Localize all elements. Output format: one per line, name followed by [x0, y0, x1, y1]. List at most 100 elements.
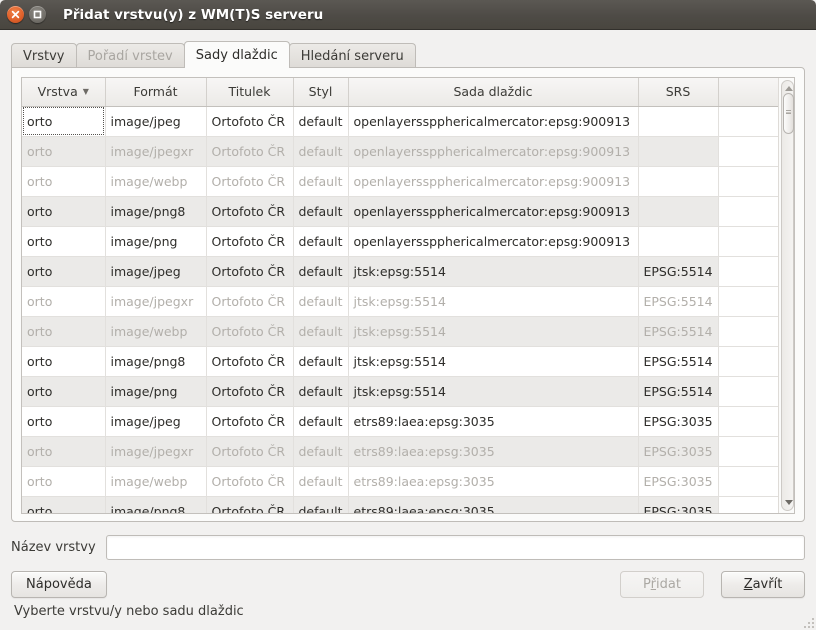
- cell-format[interactable]: image/webp: [105, 466, 207, 497]
- cell-titulek[interactable]: Ortofoto ČR: [206, 466, 294, 497]
- help-button[interactable]: Nápověda: [11, 571, 107, 598]
- table-row[interactable]: orto image/jpegxr Ortofoto ČR default etrs89…: [22, 436, 780, 467]
- cell-sada-dlazdic[interactable]: etrs89:laea:epsg:3035: [348, 436, 639, 467]
- cell-format[interactable]: image/jpegxr: [105, 436, 207, 467]
- cell-srs[interactable]: EPSG:5514: [638, 286, 719, 317]
- cell-srs[interactable]: [638, 106, 719, 137]
- scrollbar-thumb[interactable]: [783, 93, 794, 134]
- cell-vrstva[interactable]: orto: [22, 436, 106, 467]
- cell-styl[interactable]: default: [293, 466, 349, 497]
- table-row[interactable]: orto image/jpegxr Ortofoto ČR default jtsk:e…: [22, 286, 780, 317]
- table-row[interactable]: orto image/png Ortofoto ČR default openlayer…: [22, 226, 780, 257]
- cell-vrstva[interactable]: orto: [22, 376, 106, 407]
- cell-titulek[interactable]: Ortofoto ČR: [206, 286, 294, 317]
- column-header-format[interactable]: Formát: [105, 78, 207, 107]
- table-row[interactable]: orto image/jpegxr Ortofoto ČR default openla…: [22, 136, 780, 167]
- cell-sada-dlazdic[interactable]: openlayersspphericalmercator:epsg:900913: [348, 136, 639, 167]
- cell-titulek[interactable]: Ortofoto ČR: [206, 316, 294, 347]
- cell-titulek[interactable]: Ortofoto ČR: [206, 226, 294, 257]
- tab-hledani-serveru[interactable]: Hledání serveru: [288, 43, 416, 68]
- triangle-down-icon[interactable]: [785, 500, 793, 505]
- cell-format[interactable]: image/jpeg: [105, 106, 207, 137]
- cell-srs[interactable]: EPSG:5514: [638, 316, 719, 347]
- cell-format[interactable]: image/png: [105, 376, 207, 407]
- cell-srs[interactable]: [638, 166, 719, 197]
- cell-titulek[interactable]: Ortofoto ČR: [206, 256, 294, 287]
- cell-format[interactable]: image/jpegxr: [105, 286, 207, 317]
- cell-srs[interactable]: [638, 196, 719, 227]
- cell-srs[interactable]: EPSG:5514: [638, 346, 719, 377]
- cell-titulek[interactable]: Ortofoto ČR: [206, 196, 294, 227]
- cell-format[interactable]: image/webp: [105, 316, 207, 347]
- cell-styl[interactable]: default: [293, 106, 349, 137]
- column-header-titulek[interactable]: Titulek: [206, 78, 294, 107]
- cell-vrstva[interactable]: orto: [22, 466, 106, 497]
- cell-format[interactable]: image/png8: [105, 496, 207, 513]
- scrollbar-track[interactable]: [781, 80, 794, 511]
- cell-styl[interactable]: default: [293, 136, 349, 167]
- cell-srs[interactable]: EPSG:3035: [638, 406, 719, 437]
- cell-titulek[interactable]: Ortofoto ČR: [206, 436, 294, 467]
- cell-format[interactable]: image/webp: [105, 166, 207, 197]
- cell-titulek[interactable]: Ortofoto ČR: [206, 106, 294, 137]
- cell-vrstva[interactable]: orto: [22, 496, 106, 513]
- cell-vrstva[interactable]: orto: [22, 136, 106, 167]
- cell-srs[interactable]: EPSG:3035: [638, 466, 719, 497]
- cell-format[interactable]: image/jpeg: [105, 256, 207, 287]
- tab-sady-dlazdic[interactable]: Sady dlaždic: [183, 41, 290, 68]
- cell-styl[interactable]: default: [293, 346, 349, 377]
- cell-srs[interactable]: EPSG:5514: [638, 256, 719, 287]
- cell-styl[interactable]: default: [293, 496, 349, 513]
- cell-sada-dlazdic[interactable]: openlayersspphericalmercator:epsg:900913: [348, 166, 639, 197]
- cell-sada-dlazdic[interactable]: jtsk:epsg:5514: [348, 286, 639, 317]
- layer-name-input[interactable]: [105, 535, 805, 560]
- column-header-srs[interactable]: SRS: [638, 78, 719, 107]
- cell-format[interactable]: image/jpegxr: [105, 136, 207, 167]
- cell-styl[interactable]: default: [293, 286, 349, 317]
- table-row[interactable]: orto image/jpeg Ortofoto ČR default jtsk:eps…: [22, 256, 780, 287]
- cell-titulek[interactable]: Ortofoto ČR: [206, 496, 294, 513]
- column-header-sada-dlazdic[interactable]: Sada dlaždic: [348, 78, 639, 107]
- cell-srs[interactable]: EPSG:5514: [638, 376, 719, 407]
- table-row[interactable]: orto image/jpeg Ortofoto ČR default openlaye…: [22, 106, 780, 137]
- table-row[interactable]: orto image/webp Ortofoto ČR default etrs89:l…: [22, 466, 780, 497]
- column-header-styl[interactable]: Styl: [293, 78, 349, 107]
- table-row[interactable]: orto image/jpeg Ortofoto ČR default etrs89:l…: [22, 406, 780, 437]
- table-row[interactable]: orto image/webp Ortofoto ČR default jtsk:eps…: [22, 316, 780, 347]
- resize-grip-icon[interactable]: [802, 616, 814, 628]
- cell-sada-dlazdic[interactable]: jtsk:epsg:5514: [348, 256, 639, 287]
- close-button[interactable]: Zavřít: [721, 571, 805, 598]
- cell-styl[interactable]: default: [293, 226, 349, 257]
- cell-srs[interactable]: EPSG:3035: [638, 436, 719, 467]
- cell-titulek[interactable]: Ortofoto ČR: [206, 376, 294, 407]
- cell-vrstva[interactable]: orto: [22, 256, 106, 287]
- cell-srs[interactable]: EPSG:3035: [638, 496, 719, 513]
- cell-sada-dlazdic[interactable]: openlayersspphericalmercator:epsg:900913: [348, 226, 639, 257]
- cell-vrstva[interactable]: orto: [22, 166, 106, 197]
- cell-srs[interactable]: [638, 136, 719, 167]
- cell-styl[interactable]: default: [293, 376, 349, 407]
- cell-vrstva[interactable]: orto: [22, 196, 106, 227]
- cell-sada-dlazdic[interactable]: etrs89:laea:epsg:3035: [348, 406, 639, 437]
- cell-titulek[interactable]: Ortofoto ČR: [206, 136, 294, 167]
- cell-vrstva[interactable]: orto: [22, 346, 106, 377]
- cell-sada-dlazdic[interactable]: openlayersspphericalmercator:epsg:900913: [348, 106, 639, 137]
- cell-vrstva[interactable]: orto: [22, 406, 106, 437]
- cell-sada-dlazdic[interactable]: openlayersspphericalmercator:epsg:900913: [348, 196, 639, 227]
- table-row[interactable]: orto image/webp Ortofoto ČR default openlaye…: [22, 166, 780, 197]
- cell-format[interactable]: image/png: [105, 226, 207, 257]
- cell-styl[interactable]: default: [293, 316, 349, 347]
- cell-styl[interactable]: default: [293, 436, 349, 467]
- cell-srs[interactable]: [638, 226, 719, 257]
- table-row[interactable]: orto image/png8 Ortofoto ČR default etrs89:l…: [22, 496, 780, 513]
- cell-format[interactable]: image/png8: [105, 346, 207, 377]
- cell-styl[interactable]: default: [293, 256, 349, 287]
- cell-vrstva[interactable]: orto: [22, 316, 106, 347]
- cell-sada-dlazdic[interactable]: jtsk:epsg:5514: [348, 316, 639, 347]
- cell-titulek[interactable]: Ortofoto ČR: [206, 406, 294, 437]
- cell-sada-dlazdic[interactable]: jtsk:epsg:5514: [348, 346, 639, 377]
- cell-format[interactable]: image/jpeg: [105, 406, 207, 437]
- table-vertical-scrollbar[interactable]: [778, 78, 794, 513]
- cell-titulek[interactable]: Ortofoto ČR: [206, 346, 294, 377]
- cell-titulek[interactable]: Ortofoto ČR: [206, 166, 294, 197]
